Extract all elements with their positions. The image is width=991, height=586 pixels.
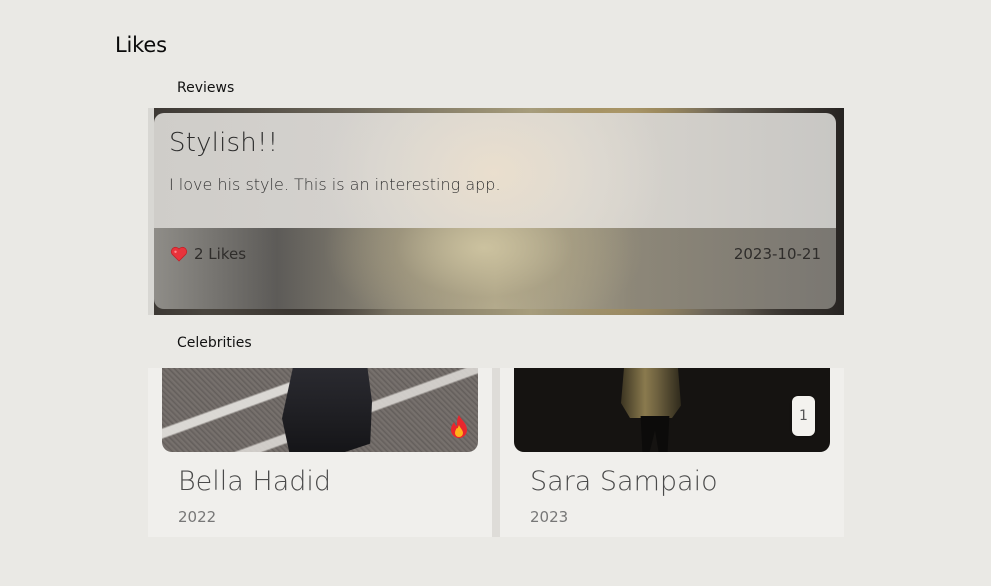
- figure-legs: [640, 416, 670, 452]
- review-title: Stylish!!: [169, 128, 279, 158]
- celebrity-name: Sara Sampaio: [530, 466, 718, 497]
- count-badge[interactable]: 1: [792, 396, 815, 436]
- heart-icon[interactable]: [170, 246, 188, 262]
- likes-page: Likes Reviews Stylish!! I love his style…: [0, 0, 991, 586]
- celebrity-year: 2022: [178, 508, 217, 526]
- review-card[interactable]: Stylish!! I love his style. This is an i…: [154, 113, 836, 309]
- page-title: Likes: [115, 33, 167, 57]
- celebrities-section-label: Celebrities: [177, 335, 252, 351]
- celebrity-figure: [282, 368, 372, 452]
- celebrity-photo[interactable]: 1: [514, 368, 830, 452]
- review-card-footer-panel: [154, 228, 836, 309]
- celebrity-photo[interactable]: [162, 368, 478, 452]
- celebrity-name: Bella Hadid: [178, 466, 332, 497]
- celebrity-card-sara-sampaio[interactable]: 1 Sara Sampaio 2023: [500, 368, 844, 537]
- figure-dress: [621, 368, 681, 418]
- celebrity-figure: [609, 368, 689, 452]
- review-body: I love his style. This is an interesting…: [169, 175, 501, 194]
- celebrity-card-bella-hadid[interactable]: Bella Hadid 2022: [148, 368, 492, 537]
- review-card-container[interactable]: Stylish!! I love his style. This is an i…: [148, 108, 844, 315]
- reviews-section-label: Reviews: [177, 80, 235, 96]
- review-likes[interactable]: 2 Likes: [170, 245, 246, 263]
- card-divider: [492, 368, 500, 537]
- review-date: 2023-10-21: [733, 245, 821, 263]
- review-likes-count: 2 Likes: [194, 245, 247, 263]
- celebrity-year: 2023: [530, 508, 569, 526]
- fire-icon[interactable]: [448, 414, 470, 440]
